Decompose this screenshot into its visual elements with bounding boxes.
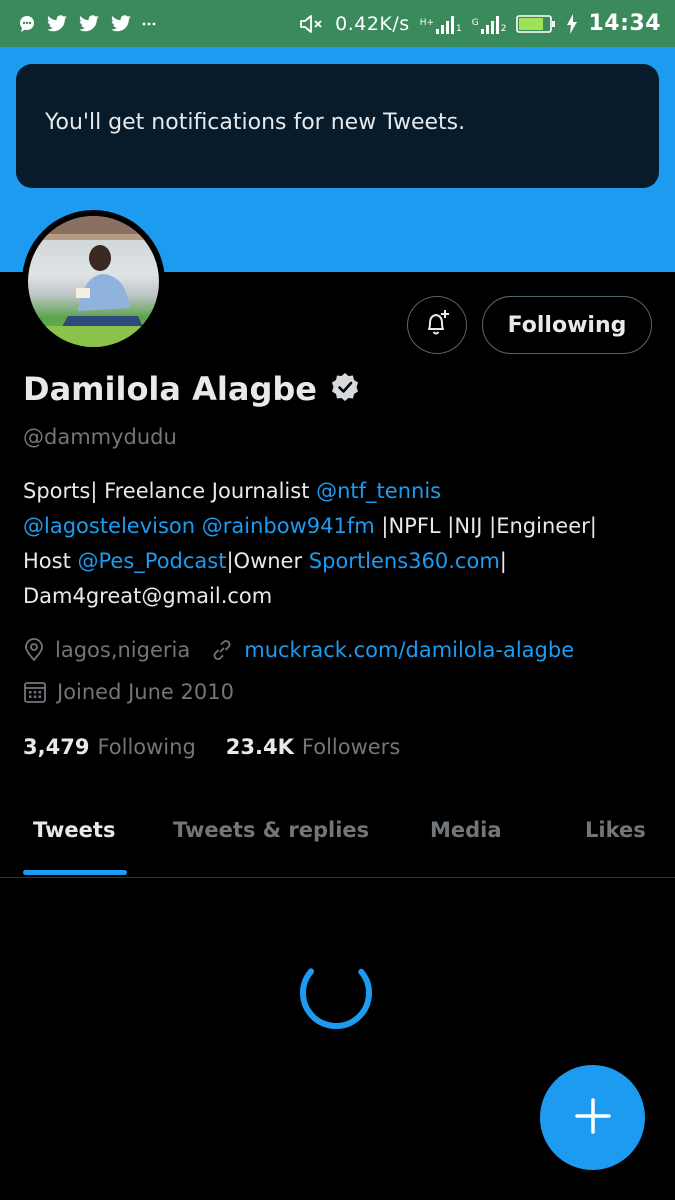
- profile-handle: @dammydudu: [23, 425, 177, 449]
- chat-bubble-icon: [18, 15, 36, 33]
- mute-icon: [299, 14, 325, 34]
- active-tab-indicator: [23, 870, 127, 875]
- tab-media[interactable]: Media: [430, 818, 502, 842]
- profile-tabs: Tweets Tweets & replies Media Likes: [0, 798, 675, 878]
- followers-label: Followers: [301, 735, 401, 759]
- profile-name-row: Damilola Alagbe: [23, 370, 361, 408]
- profile-bio: Sports| Freelance Journalist @ntf_tennis…: [23, 479, 597, 608]
- notification-toast: You'll get notifications for new Tweets.: [16, 64, 659, 188]
- location-pin-icon: [23, 638, 45, 662]
- network-speed: 0.42K/s: [335, 12, 410, 35]
- mention-link[interactable]: @ntf_tennis: [316, 479, 441, 503]
- followers-stat[interactable]: 23.4K Followers: [226, 735, 430, 759]
- following-label: Following: [97, 735, 196, 759]
- tab-tweets-and-replies[interactable]: Tweets & replies: [173, 818, 369, 842]
- status-bar: 0.42K/s H+ 1 G 2 14:34: [0, 0, 675, 47]
- followers-count: 23.4K: [225, 735, 294, 759]
- twitter-bird-icon: [110, 14, 132, 33]
- bell-plus-icon: [421, 307, 453, 343]
- mention-link[interactable]: @lagostelevison: [23, 514, 195, 538]
- link-icon: [210, 638, 234, 662]
- following-button[interactable]: Following: [482, 296, 652, 354]
- toast-message: You'll get notifications for new Tweets.: [45, 110, 466, 135]
- plus-icon: [574, 1097, 611, 1138]
- calendar-icon: [23, 680, 47, 704]
- mention-link[interactable]: @rainbow941fm: [202, 514, 375, 538]
- signal-sim2-icon: G 2: [472, 14, 506, 34]
- following-stat[interactable]: 3,479 Following: [23, 735, 226, 759]
- profile-joined: Joined June 2010: [57, 680, 234, 704]
- more-notifications-icon: [142, 21, 156, 27]
- twitter-bird-icon: [46, 14, 68, 33]
- signal-sim1-icon: H+ 1: [420, 14, 462, 34]
- follow-stats: 3,479 Following 23.4K Followers: [23, 735, 430, 759]
- charging-icon: [566, 13, 578, 34]
- twitter-bird-icon: [78, 14, 100, 33]
- profile-location: lagos,nigeria: [55, 638, 191, 662]
- tab-tweets[interactable]: Tweets: [33, 818, 115, 842]
- notifications-bell-button[interactable]: [407, 296, 467, 354]
- profile-joined-row: Joined June 2010: [23, 680, 234, 704]
- avatar[interactable]: [22, 210, 165, 353]
- verified-badge-icon: [329, 371, 361, 407]
- loading-spinner: [298, 955, 374, 1035]
- mention-link[interactable]: @Pes_Podcast: [78, 549, 227, 573]
- compose-tweet-button[interactable]: [540, 1065, 645, 1170]
- clock: 14:34: [588, 11, 661, 36]
- bio-email: Dam4great@gmail.com: [23, 584, 273, 608]
- website-link[interactable]: Sportlens360.com: [309, 549, 500, 573]
- following-count: 3,479: [23, 735, 90, 759]
- profile-meta: lagos,nigeria muckrack.com/damilola-alag…: [23, 638, 574, 662]
- profile-website-link[interactable]: muckrack.com/damilola-alagbe: [244, 638, 574, 662]
- tab-likes[interactable]: Likes: [585, 818, 646, 842]
- battery-icon: [516, 14, 556, 34]
- avatar-photo: [28, 216, 159, 347]
- profile-name: Damilola Alagbe: [23, 370, 317, 408]
